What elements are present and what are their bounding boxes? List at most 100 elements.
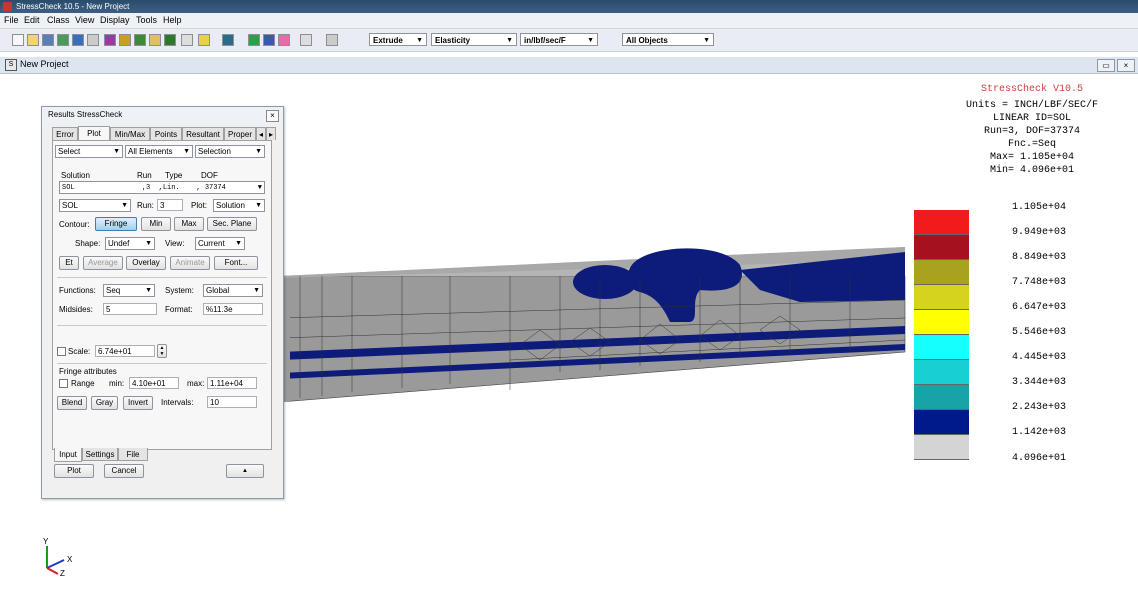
tab-input[interactable]: Input: [54, 448, 82, 462]
fringe-attributes-label: Fringe attributes: [59, 367, 117, 376]
range-checkbox[interactable]: [59, 379, 68, 388]
chevron-down-icon: ▼: [257, 184, 262, 192]
legend-value: 7.748e+03: [1012, 277, 1067, 288]
contour-label: Contour:: [59, 220, 90, 229]
format-field[interactable]: %11.3e: [203, 303, 263, 315]
tab-points[interactable]: Points: [150, 127, 182, 140]
chevron-down-icon: ▼: [255, 202, 262, 209]
legend-value: 4.445e+03: [1012, 352, 1067, 363]
shape-dropdown[interactable]: Undef ▼: [105, 237, 155, 250]
legend-value: 9.949e+03: [1012, 227, 1067, 238]
info-max: Max= 1.105e+04: [989, 152, 1074, 163]
run-field[interactable]: 3: [157, 199, 183, 211]
chevron-down-icon: ▼: [255, 148, 262, 155]
chevron-down-icon: ▼: [145, 287, 152, 294]
sec-plane-button[interactable]: Sec. Plane: [207, 217, 257, 231]
type-header: Type: [165, 171, 183, 180]
tab-settings[interactable]: Settings: [82, 448, 118, 461]
chevron-down-icon: ▼: [183, 148, 190, 155]
range-label: Range: [71, 379, 95, 388]
dialog-title: Results StressCheck: [48, 110, 123, 119]
scale-spinner[interactable]: ▲ ▼: [157, 344, 167, 358]
info-function: Fnc.=Seq: [1007, 139, 1056, 150]
legend-value: 3.344e+03: [1012, 377, 1067, 388]
scale-field[interactable]: 6.74e+01: [95, 345, 155, 357]
animate-button[interactable]: Animate: [170, 256, 210, 270]
dof-header: DOF: [201, 171, 218, 180]
font-button[interactable]: Font...: [214, 256, 258, 270]
legend-value: 1.142e+03: [1012, 427, 1067, 438]
scale-checkbox[interactable]: [57, 347, 66, 356]
tab-scroll-right[interactable]: ▸: [266, 127, 276, 140]
tab-minmax[interactable]: Min/Max: [110, 127, 150, 140]
plot-button[interactable]: Plot: [54, 464, 94, 478]
average-button[interactable]: Average: [83, 256, 123, 270]
max-field[interactable]: 1.11e+04: [207, 377, 257, 389]
functions-dropdown[interactable]: Seq ▼: [103, 284, 155, 297]
separator: [57, 277, 267, 278]
solution-header: Solution: [61, 171, 90, 180]
midsides-field[interactable]: 5: [103, 303, 157, 315]
fringe-button[interactable]: Fringe: [95, 217, 137, 231]
legend-swatch: [914, 435, 969, 460]
dialog-title-bar: Results StressCheck ×: [42, 107, 283, 123]
product-label: StressCheck V10.5: [980, 84, 1084, 95]
overlay-button[interactable]: Overlay: [126, 256, 166, 270]
legend-swatch: [914, 310, 969, 335]
legend-swatch: [914, 285, 969, 310]
et-button[interactable]: Et: [59, 256, 79, 270]
separator: [57, 325, 267, 326]
min-field[interactable]: 4.10e+01: [129, 377, 179, 389]
tab-plot[interactable]: Plot: [78, 126, 110, 140]
view-label: View:: [165, 239, 185, 248]
results-dialog: Results StressCheck × Error Plot Min/Max…: [41, 106, 284, 499]
invert-button[interactable]: Invert: [123, 396, 153, 410]
max-button[interactable]: Max: [174, 217, 204, 231]
midsides-label: Midsides:: [59, 305, 93, 314]
legend-swatch: [914, 335, 969, 360]
plot-type-dropdown[interactable]: Solution ▼: [213, 199, 265, 212]
min-label: min:: [109, 379, 125, 388]
dialog-close-button[interactable]: ×: [266, 110, 279, 122]
solution-select-dropdown[interactable]: SOL ▼: [59, 199, 131, 212]
blend-button[interactable]: Blend: [57, 396, 87, 410]
tab-file[interactable]: File: [118, 448, 148, 461]
intervals-label: Intervals:: [161, 398, 194, 407]
axis-y-label: Y: [43, 537, 49, 546]
legend-value: 5.546e+03: [1012, 327, 1067, 338]
tab-properties[interactable]: Proper: [224, 127, 256, 140]
separator: [57, 363, 267, 364]
axis-x-label: X: [67, 555, 73, 564]
chevron-down-icon: ▼: [121, 202, 128, 209]
solution-row-dropdown[interactable]: SOL ,3 ,Lin. , 37374 ▼: [59, 181, 265, 194]
view-dropdown[interactable]: Current ▼: [195, 237, 245, 250]
cancel-button[interactable]: Cancel: [104, 464, 144, 478]
gray-button[interactable]: Gray: [91, 396, 118, 410]
format-label: Format:: [165, 305, 193, 314]
tab-resultant[interactable]: Resultant: [182, 127, 224, 140]
scale-label: Scale:: [68, 347, 91, 356]
plot-panel: Select ▼ All Elements ▼ Selection ▼ Solutio…: [52, 140, 272, 450]
legend-swatch: [914, 360, 969, 385]
chevron-down-icon: ▼: [113, 148, 120, 155]
legend-swatch: [914, 260, 969, 285]
legend-swatch: [914, 410, 969, 435]
info-run: Run=3, DOF=37374: [983, 126, 1080, 137]
system-label: System:: [165, 286, 194, 295]
info-min: Min= 4.096e+01: [989, 165, 1074, 176]
tab-error[interactable]: Error: [52, 127, 78, 140]
chevron-down-icon: ▼: [235, 240, 242, 247]
selection-dropdown[interactable]: Selection ▼: [195, 145, 265, 158]
collapse-button[interactable]: ▲: [226, 464, 264, 478]
chevron-down-icon: ▼: [145, 240, 152, 247]
intervals-field[interactable]: 10: [207, 396, 257, 408]
min-button[interactable]: Min: [141, 217, 171, 231]
legend-value: 6.647e+03: [1012, 302, 1067, 313]
elements-dropdown[interactable]: All Elements ▼: [125, 145, 193, 158]
tab-scroll-left[interactable]: ◂: [256, 127, 266, 140]
legend-swatch: [914, 385, 969, 410]
legend-value: 2.243e+03: [1012, 402, 1067, 413]
select-dropdown[interactable]: Select ▼: [55, 145, 123, 158]
system-dropdown[interactable]: Global ▼: [203, 284, 263, 297]
run-header: Run: [137, 171, 152, 180]
